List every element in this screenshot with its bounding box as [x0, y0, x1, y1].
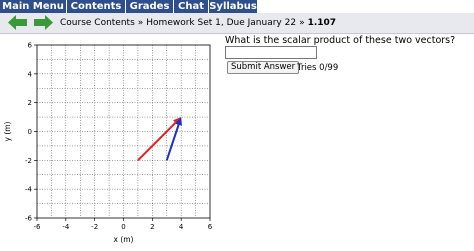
- submit-answer-button[interactable]: Submit Answer: [227, 61, 300, 74]
- y-tick-label: 2: [28, 99, 32, 107]
- menu-contents[interactable]: Contents: [67, 0, 125, 13]
- menu-chat[interactable]: Chat: [174, 0, 208, 13]
- y-tick-label: -2: [25, 157, 32, 165]
- menu-grades[interactable]: Grades: [126, 0, 173, 13]
- forward-arrow-icon[interactable]: [33, 15, 53, 30]
- x-tick-label: -4: [62, 223, 70, 231]
- breadcrumb-separator: »: [299, 18, 305, 28]
- tries-counter: Tries 0/99: [297, 63, 339, 73]
- y-tick-label: 0: [28, 128, 32, 136]
- x-tick-label: 2: [150, 223, 154, 231]
- question-text: What is the scalar product of these two …: [225, 35, 456, 46]
- breadcrumb-separator: »: [137, 18, 144, 28]
- menu-main-menu[interactable]: Main Menu: [0, 0, 66, 13]
- breadcrumb-current-problem: 1.107: [307, 18, 337, 28]
- x-tick-label: 4: [179, 223, 184, 231]
- x-axis-label: x (m): [114, 235, 134, 244]
- y-tick-label: -6: [25, 215, 33, 223]
- back-arrow-icon[interactable]: [8, 15, 28, 30]
- y-tick-label: 4: [28, 70, 33, 78]
- y-tick-label: -4: [25, 186, 33, 194]
- breadcrumb: Course Contents» Homework Set 1, Due Janu…: [60, 13, 336, 33]
- y-tick-label: 6: [28, 42, 33, 50]
- vector-plot: -6 -4 -2 0 2 4 6 6 4 2 0 -2 -4 -6 x (m) y (m): [3, 42, 213, 245]
- x-tick-label: 0: [121, 223, 125, 231]
- x-tick-label: -2: [91, 223, 98, 231]
- menu-syllabus[interactable]: Syllabus: [209, 0, 257, 13]
- y-axis-label: y (m): [3, 121, 12, 141]
- navigation-bar: Course Contents» Homework Set 1, Due Janu…: [0, 13, 474, 34]
- breadcrumb-homework-set[interactable]: Homework Set 1, Due January 22: [146, 18, 296, 28]
- breadcrumb-course-contents[interactable]: Course Contents: [60, 18, 135, 28]
- x-tick-label: 6: [208, 223, 213, 231]
- answer-input[interactable]: [225, 46, 317, 59]
- main-menu-bar: Main Menu Contents Grades Chat Syllabus: [0, 0, 474, 13]
- x-tick-label: -6: [34, 223, 42, 231]
